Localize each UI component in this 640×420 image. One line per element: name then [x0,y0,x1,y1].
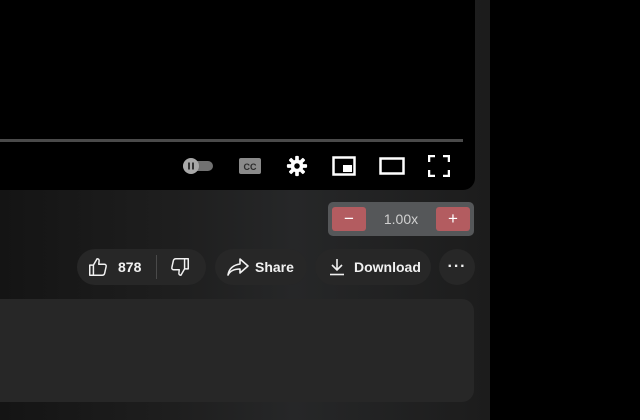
progress-bar[interactable] [0,139,463,142]
download-icon [330,259,344,276]
speed-increase-button[interactable]: + [436,207,470,231]
right-column [490,0,640,420]
theater-mode-icon [379,157,405,175]
autoplay-toggle-icon [183,158,213,174]
svg-text:CC: CC [244,162,257,172]
settings-button[interactable] [284,153,310,179]
autoplay-toggle[interactable] [180,155,216,177]
miniplayer-icon [332,156,356,176]
fullscreen-button[interactable] [426,153,452,179]
thumbs-up-icon [89,258,107,276]
download-button[interactable]: Download [315,249,431,285]
miniplayer-button[interactable] [330,154,358,178]
share-button[interactable]: Share [215,249,307,285]
download-label: Download [354,259,421,275]
description-panel[interactable] [0,299,474,402]
share-label: Share [255,259,294,275]
thumbs-down-icon [171,258,190,276]
closed-captions-icon: CC [239,158,261,174]
gear-icon [286,155,308,177]
like-button[interactable]: 878 [77,256,141,278]
video-player[interactable]: CC [0,0,475,190]
like-dislike-group: 878 [77,249,206,285]
fullscreen-icon [428,155,450,177]
playback-speed-control: − 1.00x + [328,202,474,236]
dislike-button[interactable] [157,256,191,278]
like-count: 878 [118,259,142,275]
captions-button[interactable]: CC [236,154,264,178]
more-actions-button[interactable]: ··· [439,249,475,285]
share-icon [227,258,249,276]
theater-mode-button[interactable] [377,154,407,178]
